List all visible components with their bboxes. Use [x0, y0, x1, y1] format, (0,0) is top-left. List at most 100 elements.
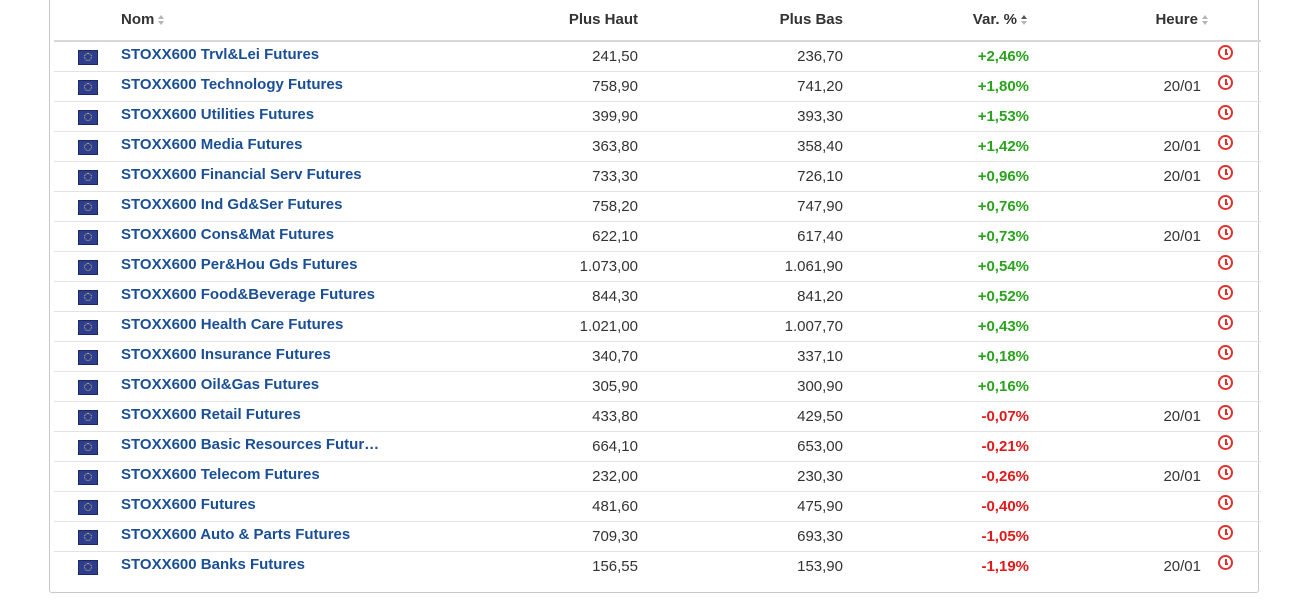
change-value: -1,19%: [981, 558, 1029, 575]
sort-icon[interactable]: [1021, 15, 1029, 25]
table-row[interactable]: STOXX600 Basic Resources Futur… 664,10 653…: [54, 431, 1261, 462]
change-value: -0,26%: [843, 461, 1029, 492]
change-value: +0,76%: [843, 191, 1029, 222]
clock-icon[interactable]: [1218, 345, 1233, 360]
clock-icon[interactable]: [1218, 315, 1233, 330]
instrument-link[interactable]: STOXX600 Retail Futures: [121, 406, 301, 423]
instrument-link[interactable]: STOXX600 Utilities Futures: [121, 106, 314, 123]
header-low[interactable]: Plus Bas: [638, 0, 843, 42]
eu-flag-icon: [77, 139, 98, 155]
table-row[interactable]: STOXX600 Trvl&Lei Futures 241,50 236,70 +2,…: [54, 41, 1261, 72]
table-row[interactable]: STOXX600 Retail Futures 433,80 429,50 -0,07…: [54, 401, 1261, 432]
table-row[interactable]: STOXX600 Financial Serv Futures 733,30 726…: [54, 161, 1261, 192]
instrument-link[interactable]: STOXX600 Oil&Gas Futures: [121, 376, 319, 393]
table-row[interactable]: STOXX600 Technology Futures 758,90 741,20 +…: [54, 71, 1261, 102]
instrument-link[interactable]: STOXX600 Ind Gd&Ser Futures: [121, 196, 342, 213]
table-row[interactable]: STOXX600 Ind Gd&Ser Futures 758,20 747,90 +…: [54, 191, 1261, 222]
time-cell: [1029, 341, 1210, 372]
sort-icon[interactable]: [158, 15, 166, 25]
table-row[interactable]: STOXX600 Utilities Futures 399,90 393,30 +1…: [54, 101, 1261, 132]
header-change[interactable]: Var. %: [843, 0, 1029, 42]
clock-icon[interactable]: [1218, 555, 1233, 570]
clock-icon[interactable]: [1218, 135, 1233, 150]
sort-icon[interactable]: [1202, 15, 1210, 25]
instrument-link[interactable]: STOXX600 Technology Futures: [121, 76, 343, 93]
clock-cell: [1210, 191, 1261, 222]
clock-cell: [1210, 221, 1261, 252]
instrument-link[interactable]: STOXX600 Health Care Futures: [121, 316, 343, 333]
name-cell: STOXX600 Financial Serv Futures: [116, 161, 433, 192]
flag-cell: [54, 191, 116, 222]
time-cell: [1029, 41, 1210, 72]
low-value: 617,40: [638, 221, 843, 252]
table-row[interactable]: STOXX600 Cons&Mat Futures 622,10 617,40 +0,…: [54, 221, 1261, 252]
change-value: -1,05%: [843, 521, 1029, 552]
instrument-link[interactable]: STOXX600 Insurance Futures: [121, 346, 331, 363]
table-row[interactable]: STOXX600 Health Care Futures 1.021,00 1.00…: [54, 311, 1261, 342]
instrument-link[interactable]: STOXX600 Trvl&Lei Futures: [121, 46, 319, 63]
table-row[interactable]: STOXX600 Futures 481,60 475,90 -0,40%: [54, 491, 1261, 522]
table-body: STOXX600 Trvl&Lei Futures 241,50 236,70 +2,…: [54, 41, 1261, 581]
clock-icon[interactable]: [1218, 465, 1233, 480]
clock-icon[interactable]: [1218, 405, 1233, 420]
clock-icon[interactable]: [1218, 75, 1233, 90]
table-row[interactable]: STOXX600 Banks Futures 156,55 153,90 -1,19%…: [54, 552, 1261, 582]
clock-icon[interactable]: [1218, 525, 1233, 540]
eu-flag-icon: [77, 79, 98, 95]
high-value: 363,80: [433, 131, 638, 162]
name-cell: STOXX600 Technology Futures: [116, 71, 433, 102]
clock-cell: [1210, 401, 1261, 432]
high-value: 758,20: [433, 191, 638, 222]
table-row[interactable]: STOXX600 Media Futures 363,80 358,40 +1,42%…: [54, 131, 1261, 162]
time-value: [1201, 48, 1210, 65]
instrument-link[interactable]: STOXX600 Auto & Parts Futures: [121, 526, 350, 543]
flag-cell: [54, 401, 116, 432]
clock-icon[interactable]: [1218, 285, 1233, 300]
instrument-link[interactable]: STOXX600 Food&Beverage Futures: [121, 286, 375, 303]
time-cell: [1029, 281, 1210, 312]
table-row[interactable]: STOXX600 Food&Beverage Futures 844,30 841,…: [54, 281, 1261, 312]
header-high[interactable]: Plus Haut: [433, 0, 638, 42]
instrument-link[interactable]: STOXX600 Telecom Futures: [121, 466, 320, 483]
table-row[interactable]: STOXX600 Per&Hou Gds Futures 1.073,00 1.06…: [54, 251, 1261, 282]
instrument-link[interactable]: STOXX600 Media Futures: [121, 136, 302, 153]
header-time[interactable]: Heure: [1029, 0, 1210, 42]
high-value: 844,30: [433, 281, 638, 312]
clock-icon[interactable]: [1218, 375, 1233, 390]
high-value: 758,90: [433, 71, 638, 102]
clock-cell: [1210, 41, 1261, 72]
instrument-link[interactable]: STOXX600 Banks Futures: [121, 556, 305, 573]
clock-icon[interactable]: [1218, 495, 1233, 510]
table-row[interactable]: STOXX600 Oil&Gas Futures 305,90 300,90 +0,1…: [54, 371, 1261, 402]
instrument-link[interactable]: STOXX600 Basic Resources Futur…: [121, 436, 379, 453]
clock-icon[interactable]: [1218, 105, 1233, 120]
table-row[interactable]: STOXX600 Insurance Futures 340,70 337,10 +0…: [54, 341, 1261, 372]
instrument-link[interactable]: STOXX600 Per&Hou Gds Futures: [121, 256, 357, 273]
time-cell: 20/01: [1029, 161, 1210, 192]
flag-cell: [54, 41, 116, 72]
instrument-link[interactable]: STOXX600 Cons&Mat Futures: [121, 226, 334, 243]
table-row[interactable]: STOXX600 Auto & Parts Futures 709,30 693,3…: [54, 521, 1261, 552]
clock-cell: [1210, 281, 1261, 312]
eu-flag-icon: [77, 109, 98, 125]
table-row[interactable]: STOXX600 Telecom Futures 232,00 230,30 -0,2…: [54, 461, 1261, 492]
clock-icon[interactable]: [1218, 165, 1233, 180]
eu-flag-icon: [77, 49, 98, 65]
header-name[interactable]: Nom: [116, 0, 433, 42]
high-value: 622,10: [433, 221, 638, 252]
instrument-link[interactable]: STOXX600 Futures: [121, 496, 256, 513]
header-name-label: Nom: [121, 11, 155, 28]
change-value: +2,46%: [843, 41, 1029, 72]
name-cell: STOXX600 Retail Futures: [116, 401, 433, 432]
clock-cell: [1210, 461, 1261, 492]
clock-cell: [1210, 341, 1261, 372]
clock-icon[interactable]: [1218, 435, 1233, 450]
high-value: 156,55: [592, 558, 638, 575]
clock-icon[interactable]: [1218, 45, 1233, 60]
instrument-link[interactable]: STOXX600 Financial Serv Futures: [121, 166, 362, 183]
clock-icon[interactable]: [1218, 225, 1233, 240]
clock-icon[interactable]: [1218, 255, 1233, 270]
time-value: 20/01: [1163, 138, 1201, 155]
time-cell: [1029, 311, 1210, 342]
clock-icon[interactable]: [1218, 195, 1233, 210]
